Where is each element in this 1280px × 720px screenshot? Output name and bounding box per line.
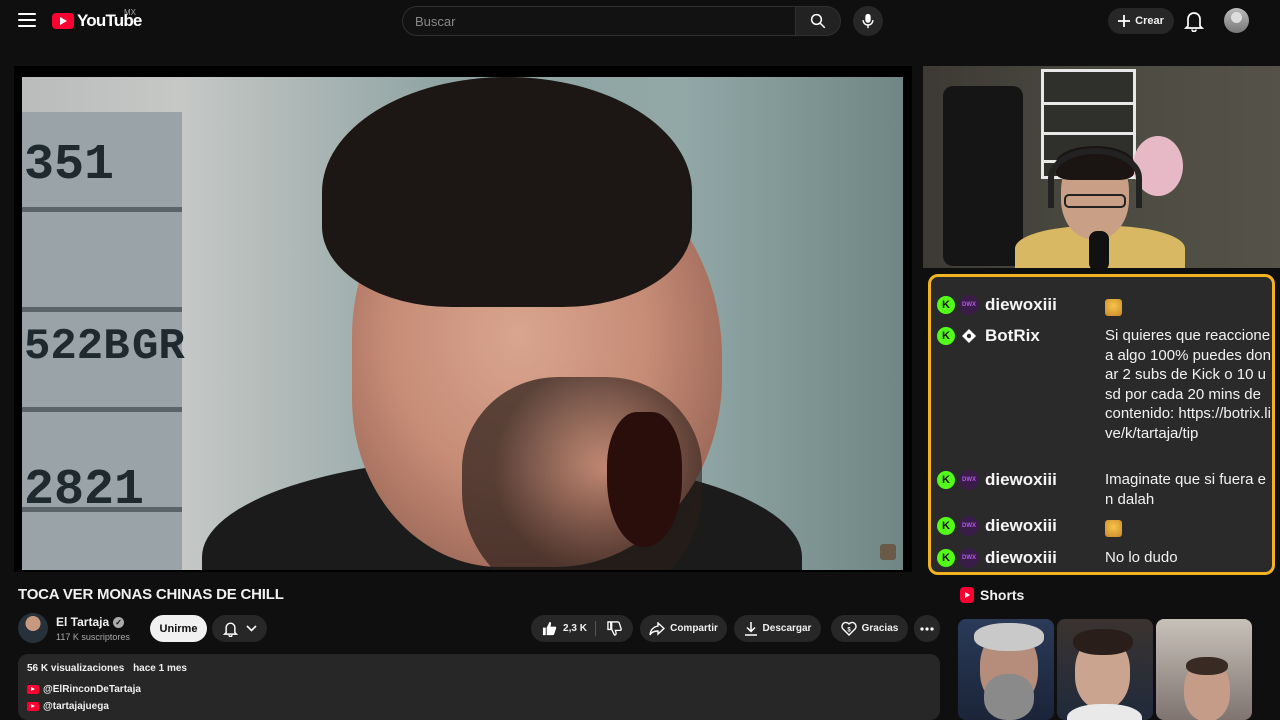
kick-badge-icon: K [937,327,955,345]
chat-text: Imaginate que si fuera en dalah [1105,471,1266,508]
thumbs-up-icon [542,621,557,636]
user-badge-icon: DWX [959,470,979,490]
like-count: 2,3 K [563,623,587,634]
plate-text: 2821 [24,462,145,519]
watermark-sticker [880,544,896,560]
video-title: TOCA VER MONAS CHINAS DE CHILL [18,586,284,603]
short-thumbnail[interactable] [1057,619,1153,720]
microphone-icon [862,13,874,29]
kick-badge-icon: K [937,296,955,314]
verified-check-icon: ✓ [113,616,125,628]
description-link[interactable]: @ElRinconDeTartaja [27,684,141,695]
more-horizontal-icon [920,626,934,631]
chat-message: K DWX diewoxiii Imaginate que si fuera e… [937,468,1272,509]
youtube-logo[interactable]: YouTube MX [52,8,142,31]
microphone [1089,231,1109,268]
description-box[interactable]: 56 K visualizaciones hace 1 mes @ElRinco… [18,654,940,720]
chat-message: K BotRix Si quieres que reaccione a algo… [937,324,1272,444]
channel-name-row[interactable]: El Tartaja ✓ [56,615,125,629]
chat-username: diewoxiii [985,548,1057,567]
plate-text: GR [132,322,185,372]
download-icon [744,622,757,636]
search-input[interactable] [402,6,796,36]
plate-text: 522B [24,322,130,372]
more-actions-button[interactable] [914,615,940,642]
chevron-down-icon [245,625,257,632]
description-link[interactable]: @tartajajuega [27,701,109,712]
youtube-play-icon [52,13,74,29]
youtube-mini-icon [27,685,39,694]
subscription-notifications-button[interactable] [212,615,267,642]
user-badge-icon: DWX [959,516,979,536]
short-thumbnail[interactable] [958,619,1054,720]
thanks-label: Gracias [861,623,899,634]
chat-username: diewoxiii [985,516,1057,535]
kick-badge-icon: K [937,549,955,567]
video-player[interactable]: 351 522B GR 2821 [14,66,912,572]
glasses [1064,194,1126,208]
person-mouth [607,412,682,547]
kick-badge-icon: K [937,517,955,535]
search-icon [810,13,826,29]
chat-text: Si quieres que reaccione a algo 100% pue… [1105,327,1271,442]
bot-badge-icon [959,326,979,346]
plus-icon [1118,15,1131,27]
chat-overlay: K DWX diewoxiii K BotRix Si quieres que … [928,274,1275,575]
chat-username: BotRix [985,326,1040,345]
shorts-logo-icon [960,587,974,603]
chat-message: K DWX diewoxiii [937,293,1272,322]
shorts-heading: Shorts [980,587,1025,603]
subscriber-count: 117 K suscriptores [56,632,130,642]
download-button[interactable]: Descargar [734,615,821,642]
top-bar: YouTube MX Crear [0,0,1280,42]
user-badge-icon: DWX [959,548,979,568]
share-label: Compartir [670,623,718,634]
plate-text: 351 [24,137,115,194]
upload-date: hace 1 mes [133,663,187,674]
person-hair [322,77,692,307]
user-avatar[interactable] [1224,8,1249,33]
emote-icon [1105,520,1122,537]
chat-text: No lo dudo [1105,549,1178,566]
youtube-mini-icon [27,702,39,711]
bell-icon [222,621,238,637]
shorts-header: Shorts [960,587,1024,603]
user-badge-icon: DWX [959,295,979,315]
gaming-chair [943,86,1023,266]
thanks-button[interactable]: $ Gracias [831,615,908,642]
create-label: Crear [1135,15,1164,27]
description-meta: 56 K visualizaciones hace 1 mes [27,663,193,674]
create-button[interactable]: Crear [1108,8,1174,34]
share-arrow-icon [649,621,666,636]
thumbs-down-icon [607,621,622,636]
chat-username: diewoxiii [985,470,1057,489]
join-button[interactable]: Unirme [150,615,207,642]
like-button[interactable]: 2,3 K [542,621,596,636]
streamer-webcam [923,66,1280,268]
voice-search-button[interactable] [853,6,883,36]
video-frame[interactable]: 351 522B GR 2821 [22,77,903,570]
channel-avatar[interactable] [18,613,48,643]
emote-icon [1105,299,1122,316]
channel-link-text[interactable]: @tartajajuega [43,701,109,712]
kick-badge-icon: K [937,471,955,489]
notifications-bell-icon[interactable] [1184,10,1204,32]
search-button[interactable] [795,6,841,36]
chat-message: K DWX diewoxiii No lo dudo [937,546,1272,570]
download-label: Descargar [762,623,812,634]
channel-link-text[interactable]: @ElRinconDeTartaja [43,684,141,695]
share-button[interactable]: Compartir [640,615,727,642]
hamburger-menu-icon[interactable] [18,13,36,27]
chat-message: K DWX diewoxiii [937,514,1272,543]
channel-name[interactable]: El Tartaja [56,615,109,629]
heart-dollar-icon: $ [840,621,857,636]
short-thumbnail[interactable] [1156,619,1252,720]
view-count: 56 K visualizaciones [27,663,125,674]
dislike-button[interactable] [601,621,622,636]
country-code: MX [124,8,136,17]
like-dislike-group: 2,3 K [531,615,633,642]
chat-username: diewoxiii [985,295,1057,314]
